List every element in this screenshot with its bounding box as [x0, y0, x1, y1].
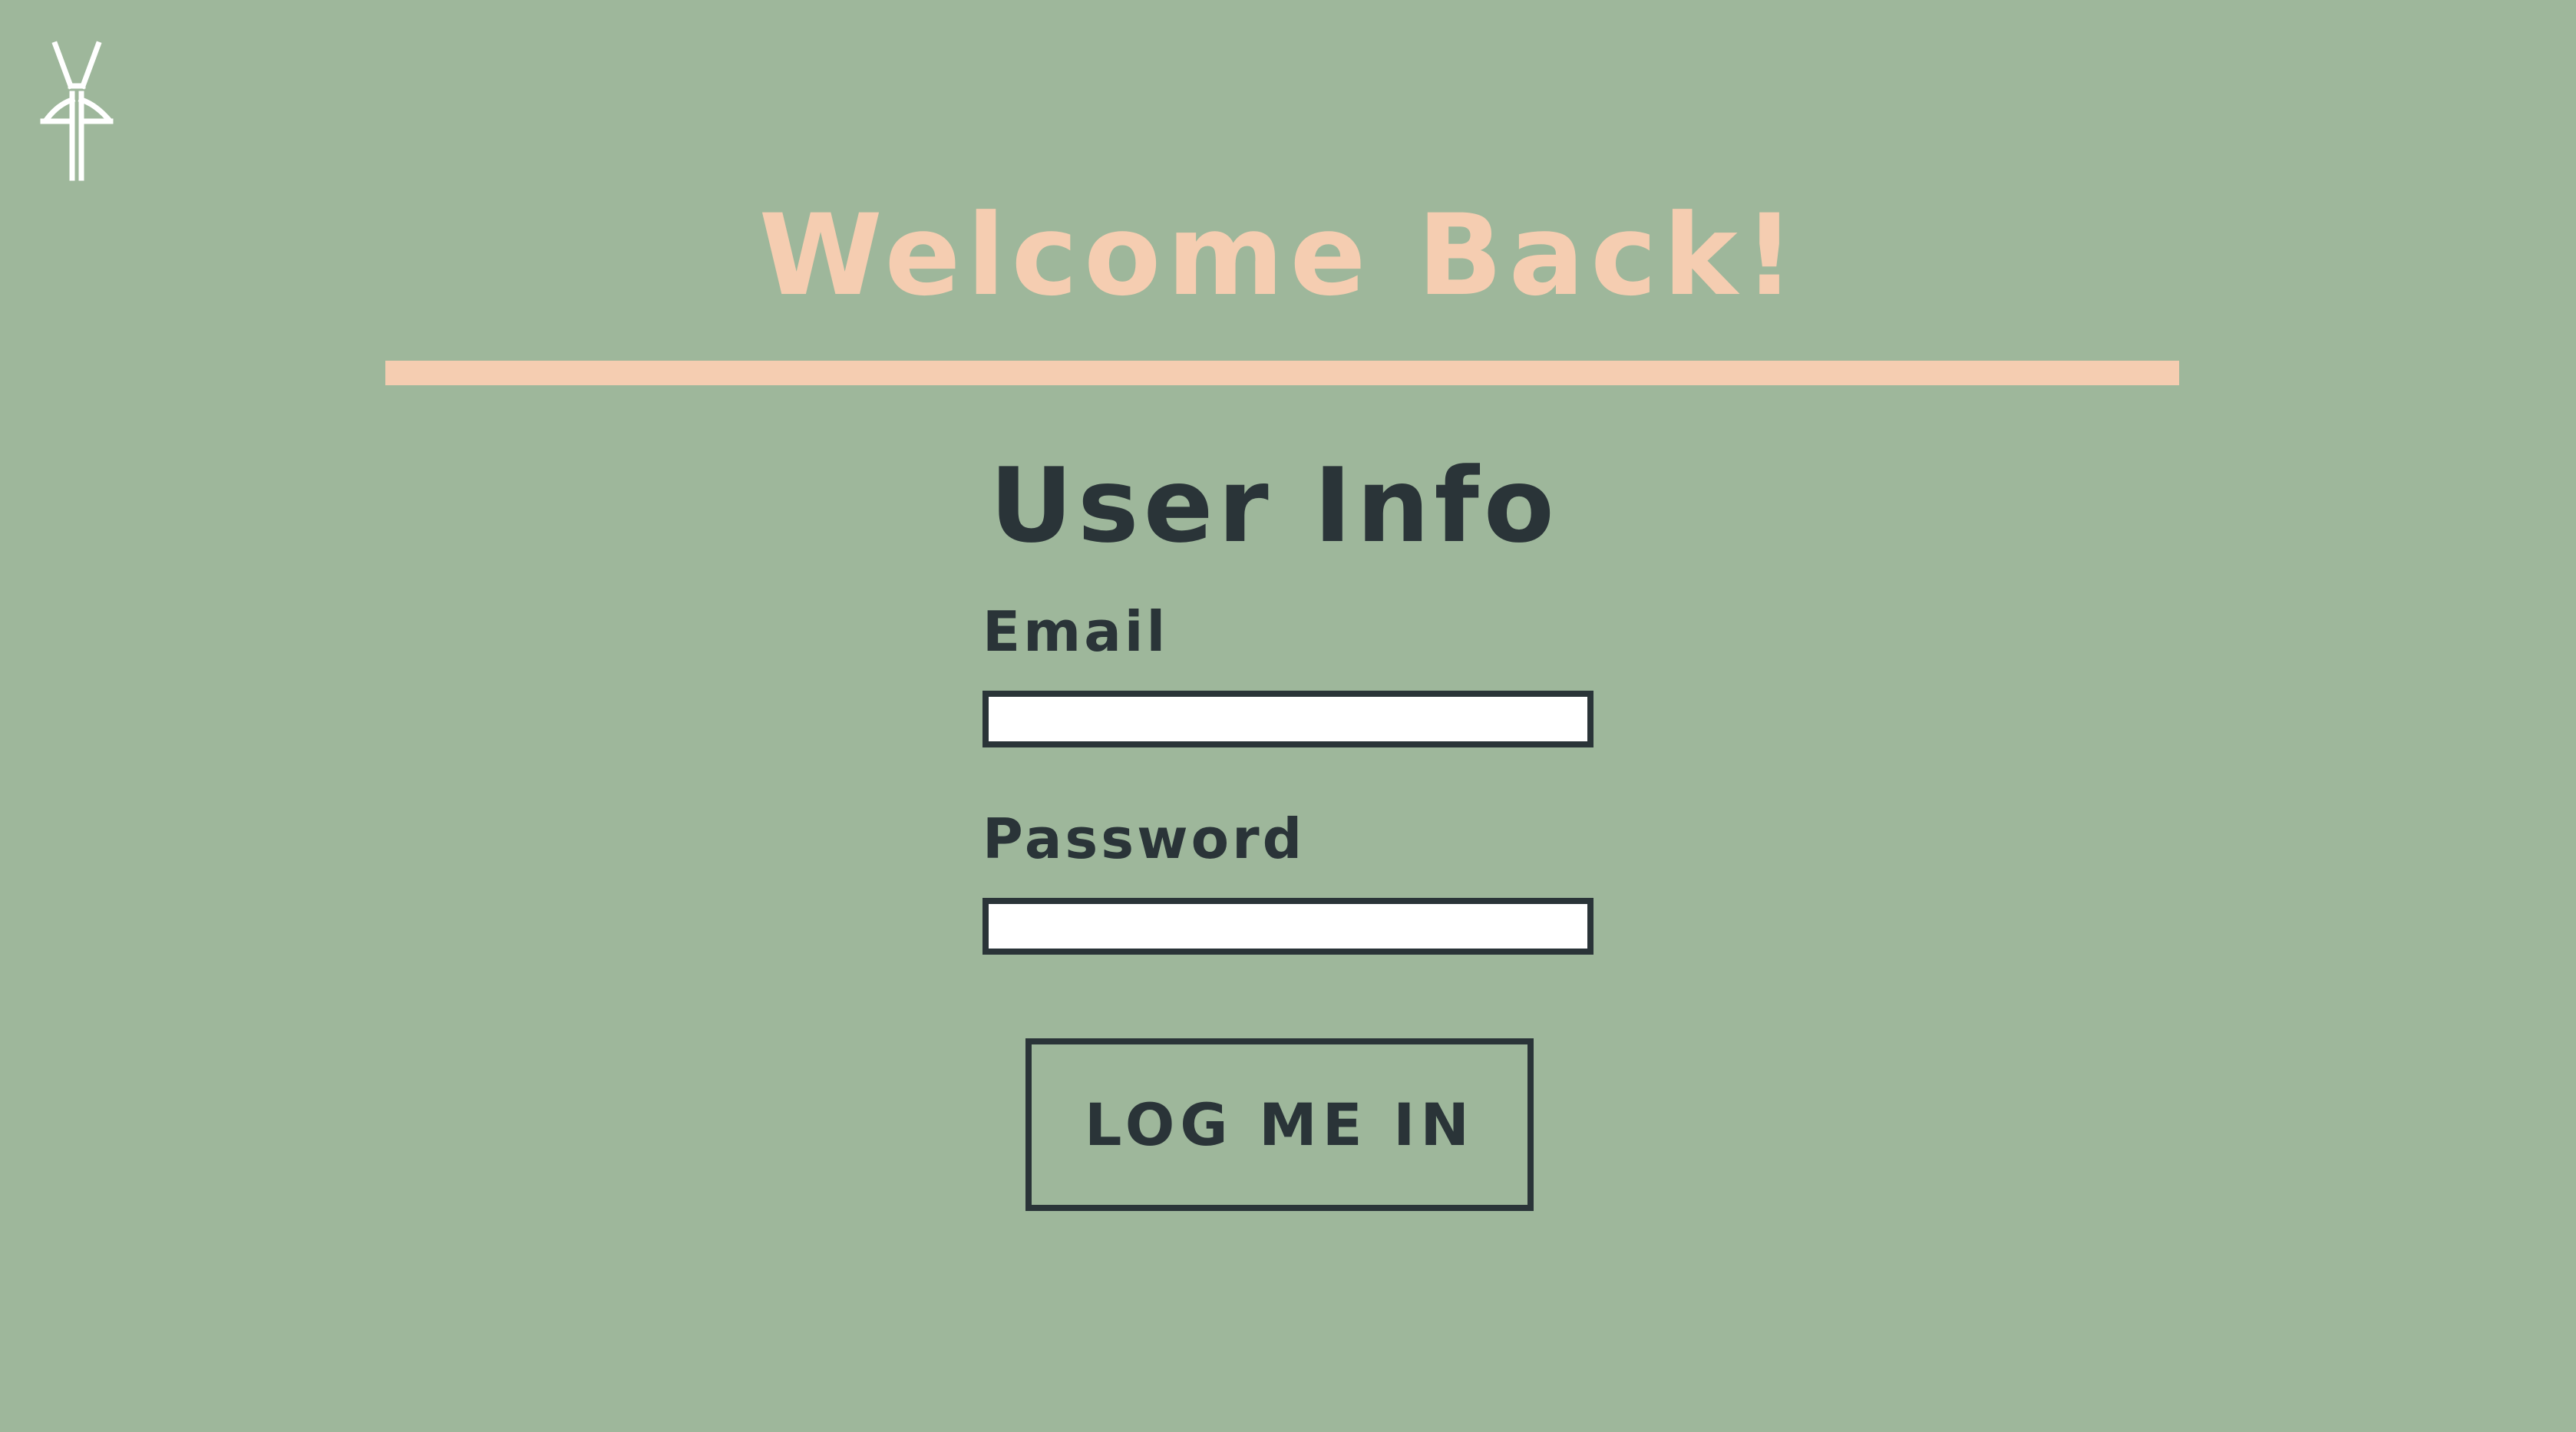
tree-logo-icon[interactable]	[40, 38, 114, 184]
password-label: Password	[983, 807, 1306, 871]
title-divider	[385, 361, 2179, 385]
page-title: Welcome Back!	[758, 190, 1802, 321]
email-label: Email	[983, 599, 1169, 664]
login-button[interactable]: LOG ME IN	[1025, 1038, 1534, 1211]
section-title: User Info	[989, 446, 1559, 566]
email-field[interactable]	[983, 691, 1593, 747]
password-field[interactable]	[983, 898, 1593, 955]
